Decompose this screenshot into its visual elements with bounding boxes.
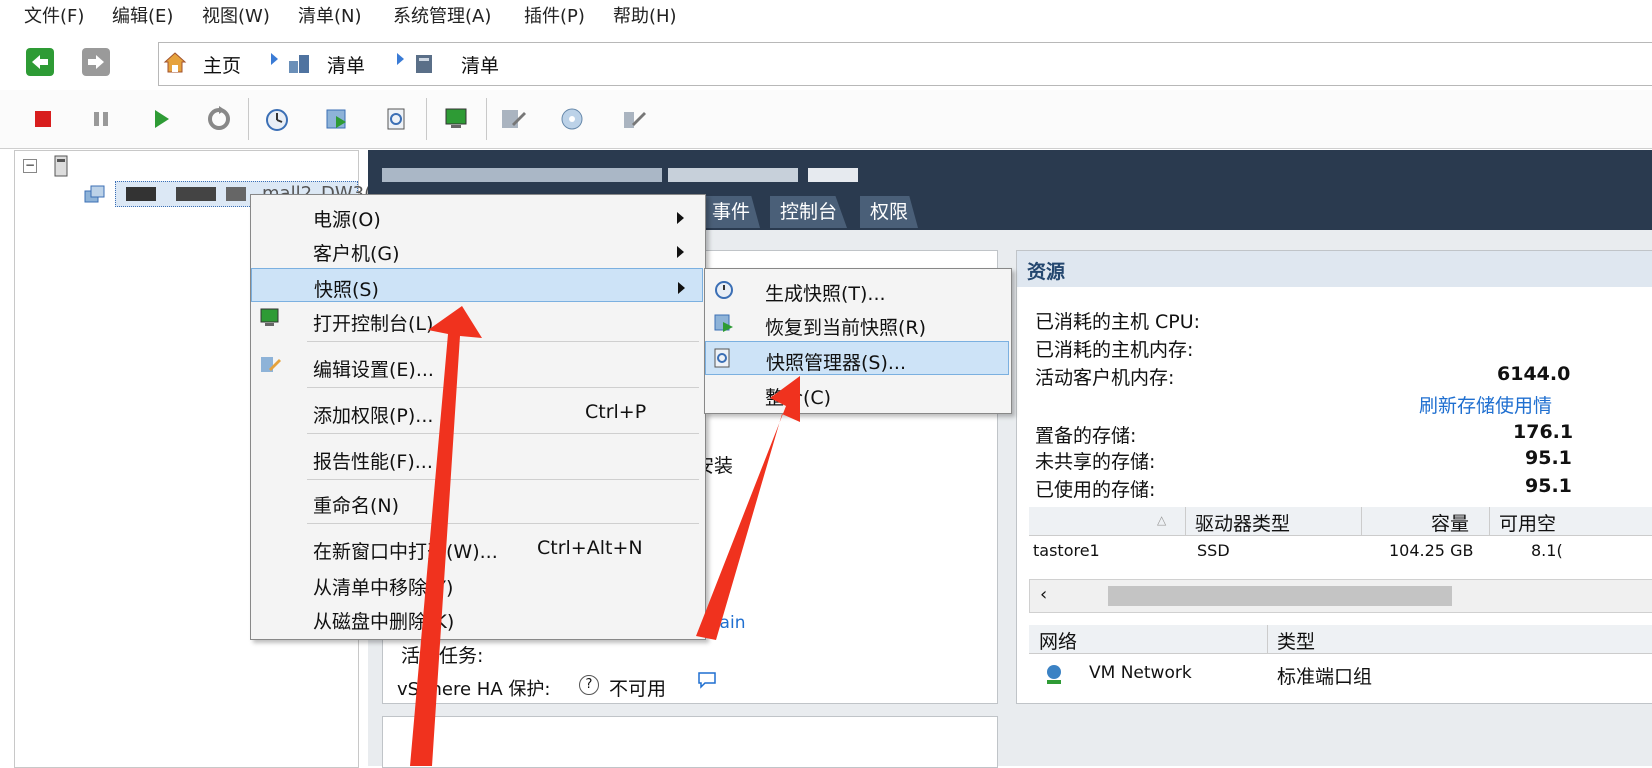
red-arrow-icon: [410, 306, 482, 766]
annotation-arrows: [410, 306, 800, 766]
red-arrow-icon: [696, 376, 800, 640]
